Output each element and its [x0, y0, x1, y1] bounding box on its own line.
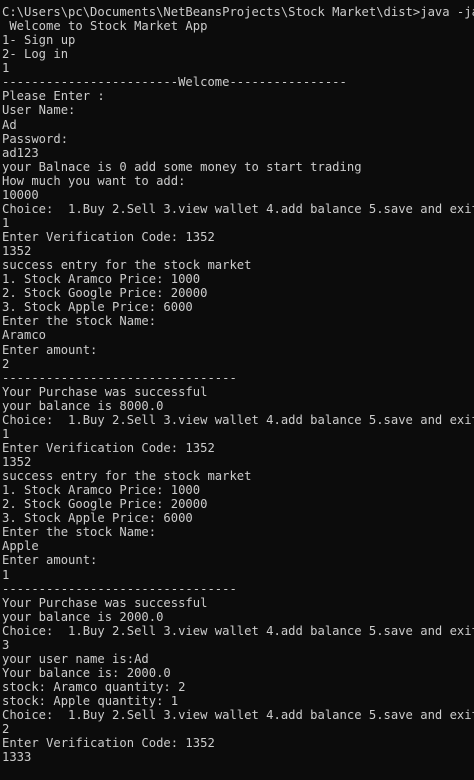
console-line: ad123 — [2, 145, 39, 160]
console-line: 1. Stock Aramco Price: 1000 — [2, 483, 201, 498]
console-line: 2 — [2, 356, 10, 371]
console-line: 3. Stock Apple Price: 6000 — [2, 511, 193, 526]
console-line: 1 — [2, 426, 10, 441]
console-line: Enter Verification Code: 1352 — [2, 736, 215, 751]
console-line: Enter the stock Name: — [2, 525, 157, 540]
console-line: 2. Stock Google Price: 20000 — [2, 286, 208, 301]
console-line: success entry for the stock market — [2, 258, 252, 273]
console-line: 1. Stock Aramco Price: 1000 — [2, 272, 201, 287]
console-line: 2 — [2, 722, 10, 737]
console-line: success entry for the stock market — [2, 469, 252, 484]
console-line: 3. Stock Apple Price: 6000 — [2, 300, 193, 315]
console-line: 10000 — [2, 187, 39, 202]
console-line: Your balance is: 2000.0 — [2, 665, 171, 680]
console-line: stock: Apple quantity: 1 — [2, 694, 179, 709]
console-line: Aramco — [2, 328, 47, 343]
console-line: stock: Aramco quantity: 2 — [2, 680, 186, 694]
console-line: Password: — [2, 131, 69, 146]
console-line: ------------------------Welcome---------… — [2, 75, 347, 90]
console-line: Ad — [2, 117, 17, 132]
console-line: Choice: 1.Buy 2.Sell 3.view wallet 4.add… — [2, 623, 474, 638]
console-line: User Name: — [2, 103, 76, 118]
console-line: Your Purchase was successful — [2, 595, 208, 610]
console-line: Welcome to Stock Market App — [2, 19, 208, 34]
console-line: your Balnace is 0 add some money to star… — [2, 159, 362, 174]
console-line: 1 — [2, 61, 10, 76]
console-line: 1 — [2, 215, 10, 230]
console-line: 2- Log in — [2, 47, 69, 62]
console-line: 1333 — [2, 750, 32, 765]
console-output: C:\Users\pc\Documents\NetBeansProjects\S… — [2, 5, 474, 764]
console-line: 1352 — [2, 455, 32, 469]
console-line: Please Enter : — [2, 89, 105, 104]
console-line: -------------------------------- — [2, 370, 237, 385]
console-line: 1- Sign up — [2, 33, 76, 48]
console-line: 2. Stock Google Price: 20000 — [2, 497, 208, 512]
console-line: Enter Verification Code: 1352 — [2, 440, 215, 455]
console-line: Choice: 1.Buy 2.Sell 3.view wallet 4.add… — [2, 708, 474, 723]
console-line: Enter the stock Name: — [2, 314, 157, 329]
console-line: your user name is:Ad — [2, 651, 149, 666]
console-line: -------------------------------- — [2, 581, 237, 596]
console-line: Apple — [2, 539, 39, 554]
console-line: your balance is 2000.0 — [2, 609, 164, 624]
console-line: Choice: 1.Buy 2.Sell 3.view wallet 4.add… — [2, 201, 474, 216]
console-line: 1 — [2, 567, 10, 582]
console-line: 3 — [2, 637, 10, 652]
console-line: Enter amount: — [2, 342, 98, 357]
console-line: Enter amount: — [2, 553, 98, 568]
console-line: Enter Verification Code: 1352 — [2, 230, 215, 244]
console-window[interactable]: C:\Users\pc\Documents\NetBeansProjects\S… — [0, 0, 474, 780]
console-line: Choice: 1.Buy 2.Sell 3.view wallet 4.add… — [2, 412, 474, 427]
console-line: How much you want to add: — [2, 173, 186, 188]
console-line: Your Purchase was successful — [2, 384, 208, 399]
console-line: your balance is 8000.0 — [2, 398, 164, 413]
console-line: C:\Users\pc\Documents\NetBeansProjects\S… — [2, 5, 474, 19]
console-line: 1352 — [2, 244, 32, 259]
